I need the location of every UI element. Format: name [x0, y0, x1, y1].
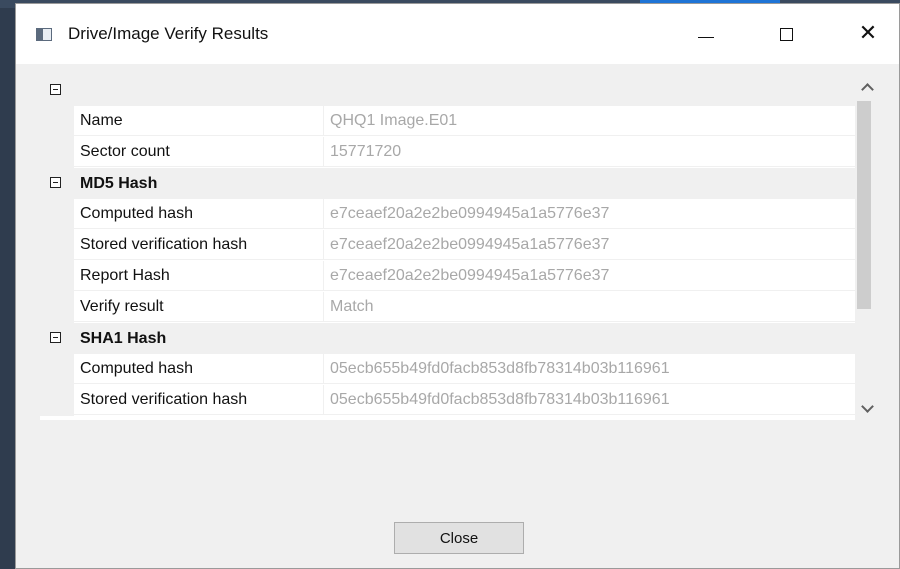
close-icon: ✕	[858, 21, 878, 46]
row-gutter	[40, 261, 74, 292]
property-row[interactable]: Sector count 15771720	[40, 137, 855, 168]
property-name: Report Hash	[74, 261, 324, 291]
property-row[interactable]: Computed hash 05ecb655b49fd0facb853d8fb7…	[40, 354, 855, 385]
property-row[interactable]: Computed hash e7ceaef20a2e2be0994945a1a5…	[40, 199, 855, 230]
property-row[interactable]: Report Hash e7ceaef20a2e2be0994945a1a577…	[40, 261, 855, 292]
maximize-icon	[779, 27, 793, 41]
title-bar[interactable]: Drive/Image Verify Results ✕	[16, 4, 899, 64]
verify-results-dialog: Drive/Image Verify Results ✕ Name QHQ1 I…	[15, 3, 900, 569]
scroll-up-button[interactable]	[855, 75, 879, 99]
property-value[interactable]: e7ceaef20a2e2be0994945a1a5776e37	[324, 230, 855, 260]
property-value[interactable]: 05ecb655b49fd0facb853d8fb78314b03b116961	[324, 385, 855, 415]
maximize-button[interactable]	[756, 4, 816, 64]
row-gutter	[40, 292, 74, 323]
chevron-up-icon	[860, 82, 874, 96]
property-row[interactable]: Name QHQ1 Image.E01	[40, 106, 855, 137]
property-value[interactable]: Match	[324, 292, 855, 322]
property-row[interactable]: Stored verification hash e7ceaef20a2e2be…	[40, 230, 855, 261]
property-name: Verify result	[74, 292, 324, 322]
row-gutter	[40, 385, 74, 416]
category-row-sha1[interactable]: SHA1 Hash	[40, 323, 855, 354]
row-gutter	[40, 199, 74, 230]
property-name: Stored verification hash	[74, 385, 324, 415]
collapse-icon[interactable]	[50, 84, 61, 95]
minimize-icon	[698, 36, 714, 38]
chevron-down-icon	[860, 399, 874, 413]
category-row-general[interactable]	[40, 75, 855, 106]
property-value[interactable]: e7ceaef20a2e2be0994945a1a5776e37	[324, 261, 855, 291]
category-label: MD5 Hash	[80, 175, 158, 192]
minimize-button[interactable]	[676, 4, 736, 64]
close-button[interactable]: Close	[394, 522, 524, 554]
property-value[interactable]: 05ecb655b49fd0facb853d8fb78314b03b116961	[324, 354, 855, 384]
property-name: Computed hash	[74, 354, 324, 384]
property-grid: Name QHQ1 Image.E01 Sector count 1577172…	[40, 75, 855, 420]
row-gutter	[40, 106, 74, 137]
category-row-md5[interactable]: MD5 Hash	[40, 168, 855, 199]
property-value[interactable]: e7ceaef20a2e2be0994945a1a5776e37	[324, 199, 855, 229]
property-name: Stored verification hash	[74, 230, 324, 260]
collapse-icon[interactable]	[50, 332, 61, 343]
property-value[interactable]: 15771720	[324, 137, 855, 167]
row-gutter	[40, 137, 74, 168]
row-gutter	[40, 230, 74, 261]
property-name: Sector count	[74, 137, 324, 167]
collapse-icon[interactable]	[50, 177, 61, 188]
scrollbar-thumb[interactable]	[857, 101, 871, 309]
window-app-icon	[36, 28, 52, 41]
property-value[interactable]: QHQ1 Image.E01	[324, 106, 855, 136]
property-row[interactable]: Verify result Match	[40, 292, 855, 323]
property-row[interactable]: Stored verification hash 05ecb655b49fd0f…	[40, 385, 855, 416]
vertical-scrollbar[interactable]	[855, 75, 879, 420]
close-window-button[interactable]: ✕	[838, 4, 898, 64]
property-name: Computed hash	[74, 199, 324, 229]
category-label: SHA1 Hash	[80, 330, 167, 347]
row-gutter	[40, 354, 74, 385]
window-title: Drive/Image Verify Results	[68, 24, 269, 43]
property-name: Name	[74, 106, 324, 136]
scroll-down-button[interactable]	[855, 396, 879, 420]
